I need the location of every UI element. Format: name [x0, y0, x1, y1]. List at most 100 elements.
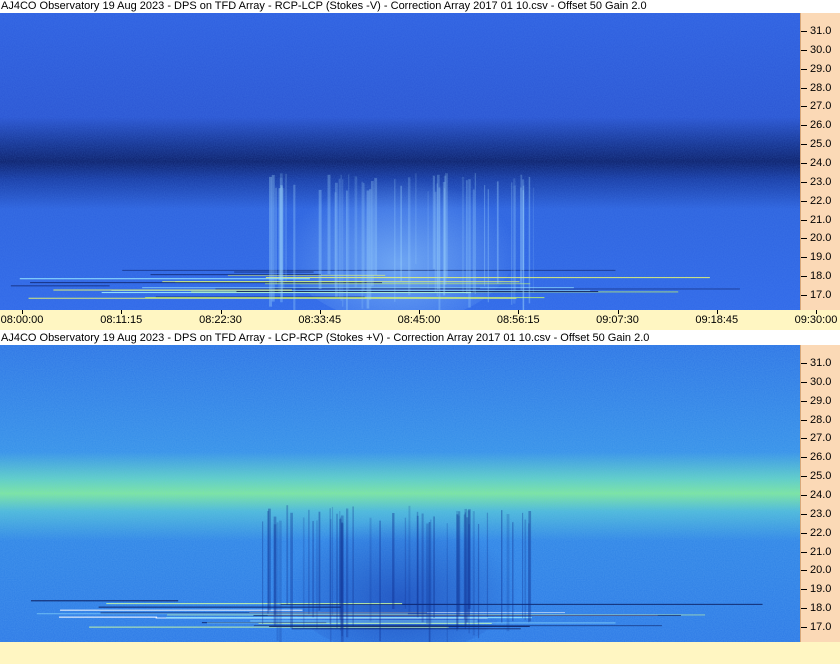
burst-striation	[426, 523, 429, 625]
burst-striation	[407, 177, 411, 296]
y-axis-top-tick-mark	[801, 144, 807, 146]
x-axis-tick-label: 09:30:00	[794, 314, 838, 326]
y-axis-top-tick-mark	[801, 181, 807, 183]
x-axis-tick-label: 09:07:30	[596, 314, 639, 326]
y-axis-top-tick-mark	[801, 106, 807, 108]
interference-streak	[236, 290, 599, 292]
burst-striation	[276, 522, 279, 641]
y-axis-top-tick-mark	[801, 200, 807, 202]
burst-striation	[340, 174, 342, 301]
burst-striation	[433, 516, 435, 618]
burst-striation	[278, 188, 282, 280]
burst-striation	[468, 179, 471, 308]
burst-striation	[520, 187, 522, 284]
interference-streak	[36, 613, 408, 615]
x-axis-tick-label: 08:45:00	[397, 314, 441, 326]
burst-striation	[369, 189, 372, 300]
y-axis-top-tick-mark	[801, 276, 807, 278]
y-axis-top-tick-label: 18.0	[810, 270, 832, 283]
burst-striation	[269, 176, 273, 307]
burst-striation	[266, 510, 270, 614]
interference-streak	[265, 283, 531, 285]
y-axis-bottom-tick-mark	[801, 513, 807, 515]
burst-striation	[308, 509, 310, 615]
y-axis-top-tick-mark	[801, 163, 807, 164]
y-axis-bottom-tick-mark	[801, 495, 807, 496]
interference-streak	[100, 612, 427, 614]
burst-striation	[271, 175, 275, 302]
burst-striation	[484, 185, 486, 287]
interference-streak	[10, 285, 110, 287]
interference-streak	[250, 620, 478, 622]
burst-striation	[486, 512, 489, 618]
burst-striation	[374, 177, 378, 276]
burst-striation	[341, 523, 344, 629]
burst-striation	[286, 505, 289, 606]
y-axis-bottom-tick-label: 30.0	[810, 375, 832, 388]
y-axis-bottom-tick-mark	[801, 570, 807, 572]
burst-striation	[506, 514, 510, 632]
y-axis-bottom-tick-mark	[801, 627, 807, 628]
y-axis-top-tick-label: 19.0	[810, 251, 832, 264]
burst-striation	[432, 175, 436, 269]
interference-streak	[58, 616, 158, 618]
y-axis-top-tick-label: 26.0	[810, 119, 832, 132]
burst-striation	[427, 191, 429, 289]
y-axis-bottom-tick-mark	[801, 363, 807, 364]
interference-streak	[150, 274, 321, 276]
burst-striation	[366, 190, 370, 309]
x-axis-tick-label: 08:11:15	[100, 314, 143, 326]
y-axis-bottom-tick-label: 31.0	[810, 357, 832, 369]
y-axis-bottom-tick-label: 24.0	[810, 489, 832, 501]
interference-streak	[30, 600, 179, 602]
y-axis-bottom-tick-label: 19.0	[810, 583, 832, 596]
spectrogram-bottom	[0, 345, 800, 642]
y-axis-bottom-tick-label: 18.0	[810, 602, 832, 615]
burst-striation	[392, 512, 395, 609]
interference-streak	[98, 606, 342, 608]
burst-striation	[302, 517, 305, 628]
spectrogram-bottom-canvas	[0, 345, 800, 642]
burst-striation	[408, 505, 411, 613]
x-axis-tick-label: 08:00:00	[0, 314, 44, 326]
y-axis-top-tick-label: 25.0	[810, 138, 832, 151]
burst-striation	[532, 187, 534, 293]
burst-striation	[339, 519, 342, 620]
burst-striation	[394, 178, 396, 302]
y-axis-top-tick-mark	[801, 257, 807, 259]
y-axis-bottom-tick-label: 20.0	[810, 564, 832, 577]
x-axis-tick-label: 08:56:15	[496, 314, 540, 326]
burst-striation	[352, 506, 354, 627]
x-axis-tick-label: 09:18:45	[695, 314, 739, 326]
x-axis-tick-label: 08:33:45	[298, 314, 342, 326]
y-axis-bottom-tick-mark	[801, 400, 807, 402]
burst-striation	[474, 173, 476, 295]
burst-striation	[316, 520, 318, 630]
y-axis-bottom-tick-label: 29.0	[810, 394, 832, 407]
burst-striation	[464, 508, 467, 628]
y-axis-bottom-tick-mark	[801, 457, 807, 459]
y-axis-top-tick-mark	[801, 125, 807, 127]
burst-striation	[487, 189, 489, 303]
y-axis-top-tick-label: 27.0	[810, 100, 832, 113]
y-axis-top-tick-label: 30.0	[810, 43, 832, 56]
y-axis-top-tick-mark	[801, 49, 807, 51]
y-axis-bottom-tick-mark	[801, 438, 807, 440]
spectrogram-top-canvas	[0, 13, 800, 310]
burst-striation	[404, 517, 407, 609]
burst-striation	[472, 511, 475, 636]
burst-striation	[477, 523, 480, 639]
y-axis-bottom-tick-label: 23.0	[810, 507, 832, 520]
burst-striation	[361, 181, 364, 309]
interference-streak	[60, 609, 303, 611]
interference-streak	[19, 278, 310, 280]
burst-striation	[290, 512, 293, 628]
y-axis-top-tick-label: 28.0	[810, 81, 832, 94]
burst-striation	[369, 517, 372, 622]
y-axis-top-tick-label: 31.0	[810, 25, 832, 37]
burst-striation	[279, 520, 282, 642]
interference-streak	[291, 628, 521, 630]
burst-striation	[273, 524, 277, 615]
y-axis-bottom-tick-label: 22.0	[810, 526, 832, 539]
burst-striation	[465, 180, 468, 294]
